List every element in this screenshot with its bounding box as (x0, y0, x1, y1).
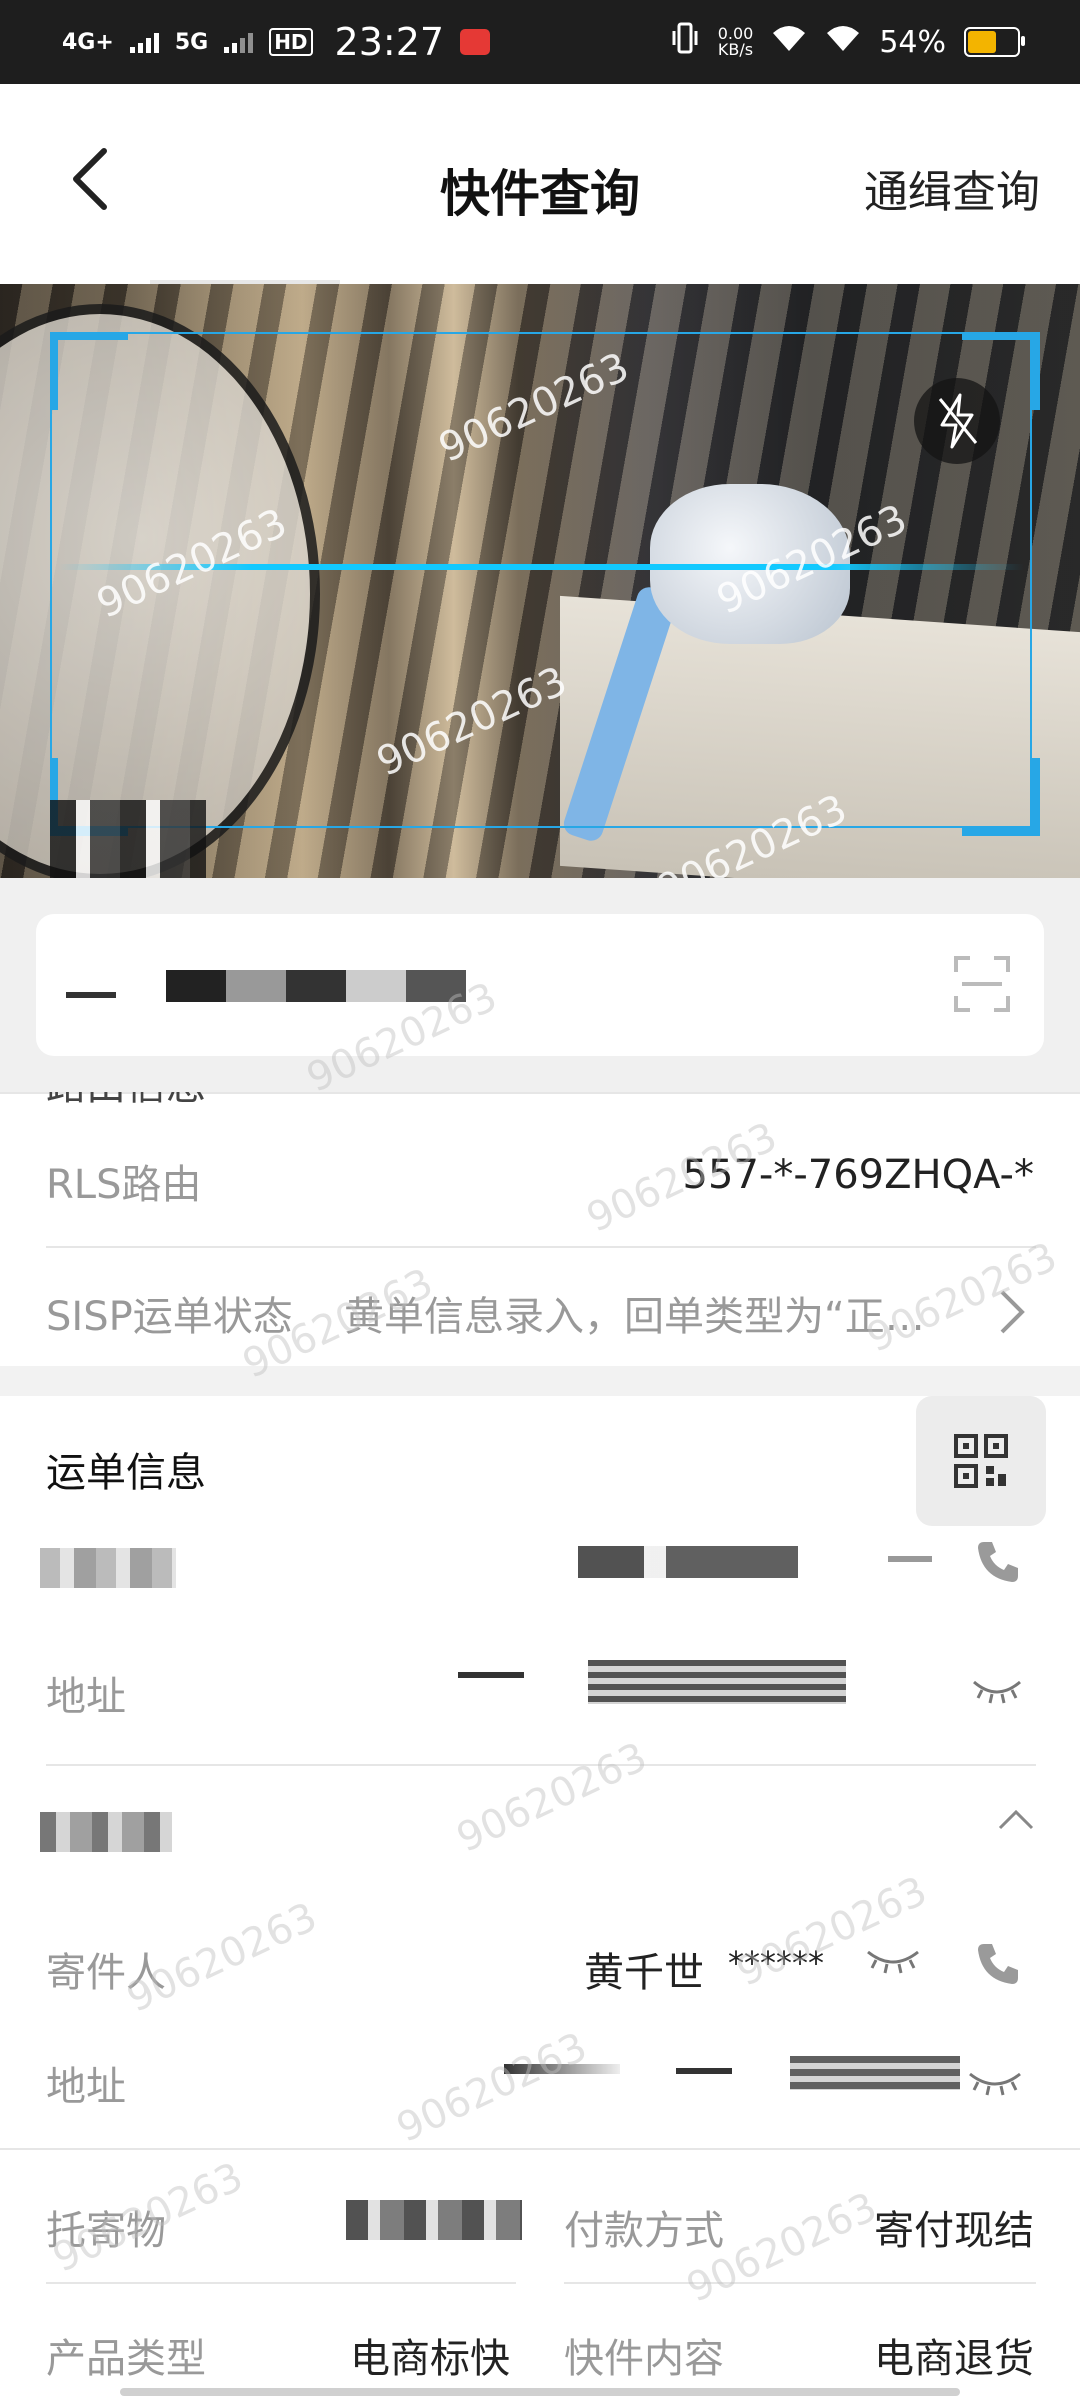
qr-code-button[interactable] (916, 1396, 1046, 1526)
divider (564, 2282, 1036, 2284)
status-right: 0.00 KB/s 54% (670, 18, 1025, 66)
masked-recipient-address (588, 1660, 846, 1704)
phone-call-button[interactable] (974, 1940, 1022, 1992)
masked-recipient-label (40, 1548, 176, 1588)
content-value: 电商退货 (874, 2336, 1034, 2382)
eye-closed-icon (973, 1680, 1021, 1704)
masked-recipient-phone (888, 1556, 932, 1562)
phone-icon (978, 1542, 1018, 1582)
status-bar: 4G+ 5G HD 23:27 0.00 KB/s 54% (0, 0, 1080, 84)
net-speed-unit: KB/s (717, 40, 754, 59)
network-5g-indicator: 5G (174, 29, 209, 55)
collapse-button[interactable] (996, 1808, 1036, 1836)
section-gap (0, 1366, 1080, 1396)
waybill-section-title: 运单信息 (46, 1450, 206, 1496)
payment-value: 寄付现结 (874, 2208, 1034, 2254)
scan-barcode-icon[interactable] (954, 956, 1010, 1012)
status-left: 4G+ 5G HD 23:27 (62, 18, 491, 66)
recipient-address-label: 地址 (46, 1674, 126, 1720)
payment-label: 付款方式 (564, 2208, 724, 2254)
vibrate-icon (670, 21, 700, 63)
product-type-label: 产品类型 (46, 2336, 206, 2382)
status-time: 23:27 (334, 20, 445, 64)
sisp-label: SISP运单状态 (46, 1294, 293, 1340)
toggle-visibility-button[interactable] (966, 2068, 1024, 2102)
wifi-icon (825, 23, 861, 61)
product-type-value: 电商标快 (350, 2336, 510, 2382)
masked-sender-section-title (40, 1812, 172, 1852)
rls-label: RLS路由 (46, 1162, 202, 1208)
signal-icon (129, 31, 159, 53)
flash-off-icon (938, 393, 978, 449)
qr-code-icon (954, 1434, 1008, 1488)
masked-text (458, 1672, 524, 1678)
app-notification-icon (460, 29, 491, 55)
battery-icon (964, 27, 1025, 57)
divider (46, 1764, 1036, 1766)
eye-closed-icon (969, 2072, 1021, 2096)
masked-consignment-value (346, 2200, 522, 2240)
wifi-calling-icon (771, 23, 807, 61)
toggle-visibility-button[interactable] (970, 1676, 1024, 1710)
network-4g-indicator: 4G+ (62, 29, 114, 55)
routing-heading-partial: 路由信息 (46, 1092, 206, 1116)
eye-closed-icon (867, 1950, 919, 1974)
masked-text (66, 992, 116, 998)
divider (46, 1246, 1036, 1248)
signal-icon-2 (224, 31, 254, 53)
sender-name: 黄千世 (584, 1950, 704, 1996)
masked-text (676, 2068, 732, 2074)
phone-call-button[interactable] (974, 1538, 1022, 1590)
chevron-up-icon (998, 1809, 1034, 1830)
pixelated-mask (50, 800, 206, 878)
masked-sender-address (790, 2056, 960, 2090)
hd-badge: HD (269, 28, 313, 56)
scan-corner-tl (50, 332, 128, 410)
flashlight-toggle[interactable] (914, 378, 1000, 464)
app-header: 快件查询 通缉查询 (0, 84, 1080, 286)
phone-icon (978, 1944, 1018, 1984)
toggle-visibility-button[interactable] (864, 1946, 922, 1980)
scan-corner-br (962, 758, 1040, 836)
divider (0, 2148, 1080, 2150)
waybill-number-input[interactable] (36, 914, 1044, 1056)
battery-percent: 54% (879, 24, 946, 60)
net-speed: 0.00 KB/s (718, 26, 754, 58)
content-label: 快件内容 (564, 2336, 724, 2382)
watermark: 90620263 (390, 2023, 594, 2152)
bottom-scroll-indicator (120, 2388, 960, 2396)
masked-recipient-name (578, 1546, 798, 1578)
wanted-query-link[interactable]: 通缉查询 (864, 156, 1040, 220)
sender-address-label: 地址 (46, 2064, 126, 2110)
watermark: 90620263 (450, 1733, 654, 1862)
masked-waybill-number (166, 970, 466, 1002)
divider (46, 2282, 516, 2284)
